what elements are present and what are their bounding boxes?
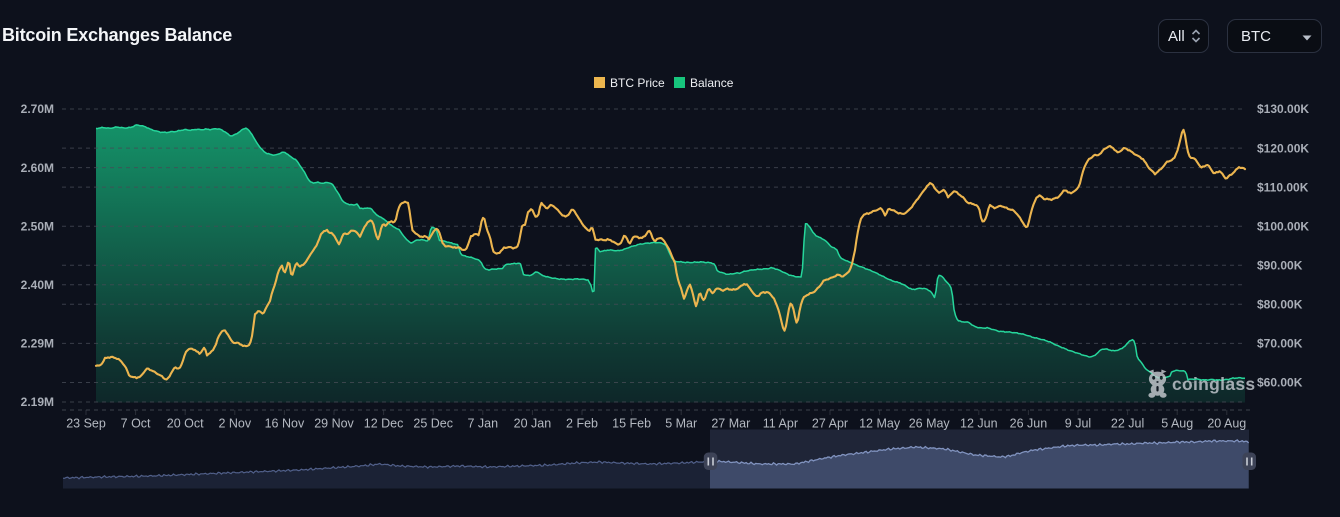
svg-text:22 Jul: 22 Jul	[1111, 417, 1144, 431]
svg-text:27 Apr: 27 Apr	[812, 417, 848, 431]
svg-text:11 Apr: 11 Apr	[763, 417, 798, 431]
svg-text:BTC Price: BTC Price	[610, 76, 665, 90]
svg-text:$60.00K: $60.00K	[1257, 376, 1303, 390]
svg-text:12 Dec: 12 Dec	[364, 417, 404, 431]
svg-text:$80.00K: $80.00K	[1257, 298, 1303, 312]
svg-text:$100.00K: $100.00K	[1257, 219, 1309, 233]
svg-text:12 May: 12 May	[859, 417, 901, 431]
svg-text:15 Feb: 15 Feb	[612, 417, 651, 431]
svg-text:2 Nov: 2 Nov	[218, 417, 251, 431]
svg-text:2.70M: 2.70M	[21, 102, 54, 116]
svg-text:$70.00K: $70.00K	[1257, 337, 1303, 351]
svg-text:$120.00K: $120.00K	[1257, 141, 1309, 155]
svg-text:$130.00K: $130.00K	[1257, 102, 1309, 116]
svg-text:20 Oct: 20 Oct	[167, 417, 204, 431]
svg-text:2 Feb: 2 Feb	[566, 417, 598, 431]
svg-text:7 Jan: 7 Jan	[468, 417, 499, 431]
svg-text:$90.00K: $90.00K	[1257, 259, 1303, 273]
svg-text:16 Nov: 16 Nov	[265, 417, 305, 431]
svg-text:20 Aug: 20 Aug	[1207, 417, 1246, 431]
svg-text:25 Dec: 25 Dec	[413, 417, 453, 431]
svg-text:9 Jul: 9 Jul	[1065, 417, 1091, 431]
svg-text:29 Nov: 29 Nov	[314, 417, 354, 431]
svg-text:2.29M: 2.29M	[21, 337, 54, 351]
svg-text:23 Sep: 23 Sep	[66, 417, 106, 431]
svg-text:Balance: Balance	[690, 76, 734, 90]
svg-text:coinglass: coinglass	[1172, 374, 1255, 394]
svg-text:2.40M: 2.40M	[21, 278, 54, 292]
svg-text:5 Mar: 5 Mar	[665, 417, 697, 431]
svg-text:27 Mar: 27 Mar	[711, 417, 750, 431]
svg-text:7 Oct: 7 Oct	[121, 417, 151, 431]
svg-text:5 Aug: 5 Aug	[1161, 417, 1193, 431]
svg-text:2.60M: 2.60M	[21, 161, 54, 175]
svg-text:26 May: 26 May	[909, 417, 951, 431]
svg-text:12 Jun: 12 Jun	[960, 417, 998, 431]
svg-text:$110.00K: $110.00K	[1257, 180, 1309, 194]
svg-text:2.19M: 2.19M	[21, 395, 54, 409]
svg-text:20 Jan: 20 Jan	[514, 417, 552, 431]
svg-text:2.50M: 2.50M	[21, 219, 54, 233]
svg-text:26 Jun: 26 Jun	[1010, 417, 1048, 431]
